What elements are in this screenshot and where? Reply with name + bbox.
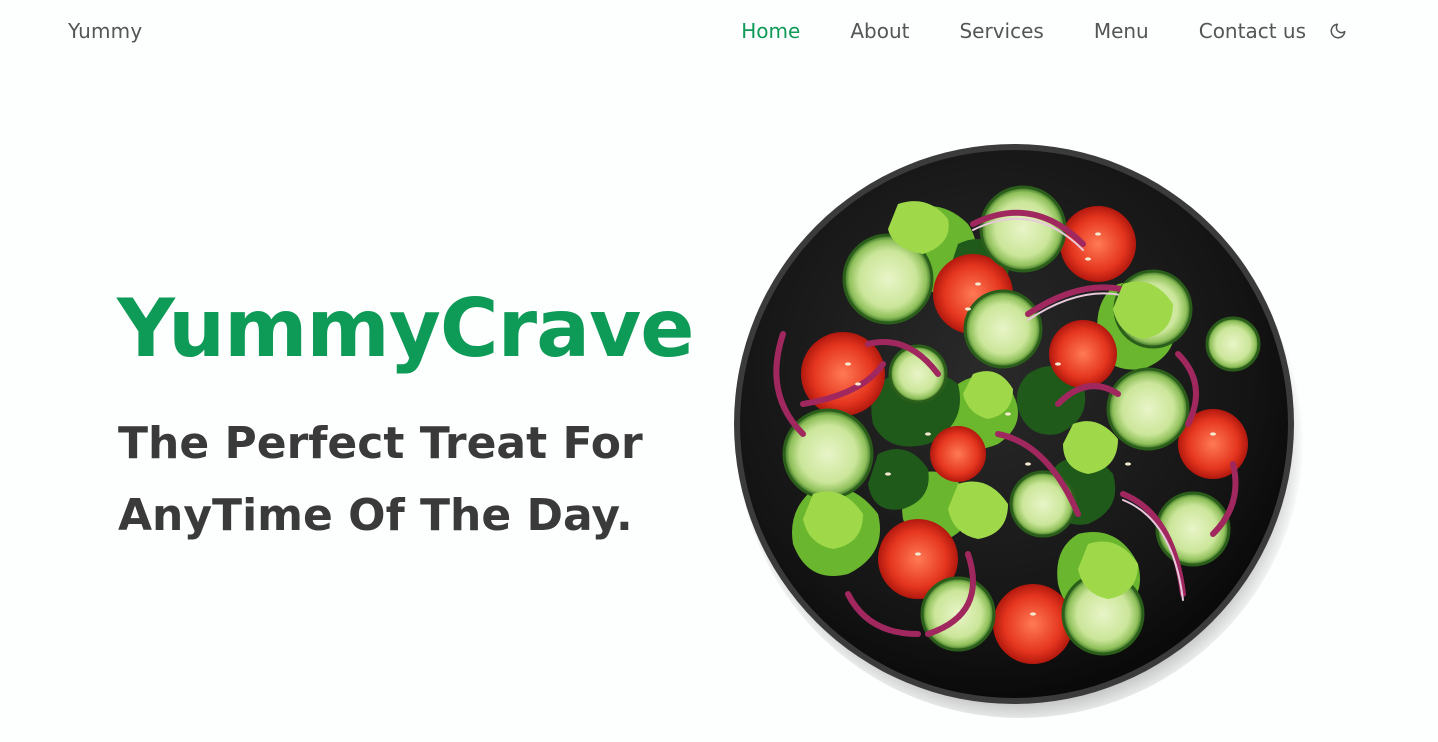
nav-link-services[interactable]: Services xyxy=(959,19,1043,43)
top-navbar: Yummy Home About Services Menu Contact u… xyxy=(0,0,1438,62)
moon-icon[interactable] xyxy=(1328,21,1348,41)
nav-link-home[interactable]: Home xyxy=(741,19,800,43)
hero-subtitle: The Perfect Treat For AnyTime Of The Day… xyxy=(118,408,678,552)
nav-link-menu[interactable]: Menu xyxy=(1094,19,1149,43)
hero-subtitle-line-2: AnyTime Of The Day. xyxy=(118,490,633,541)
hero-subtitle-line-1: The Perfect Treat For xyxy=(118,418,643,469)
brand-logo[interactable]: Yummy xyxy=(68,19,142,43)
salad-bowl-image xyxy=(728,134,1306,718)
hero-title: YummyCrave xyxy=(117,282,694,375)
nav-links: Home About Services Menu Contact us xyxy=(741,19,1348,43)
nav-link-about[interactable]: About xyxy=(850,19,909,43)
nav-link-contact[interactable]: Contact us xyxy=(1199,19,1306,43)
landing-page: Yummy Home About Services Menu Contact u… xyxy=(0,0,1438,742)
